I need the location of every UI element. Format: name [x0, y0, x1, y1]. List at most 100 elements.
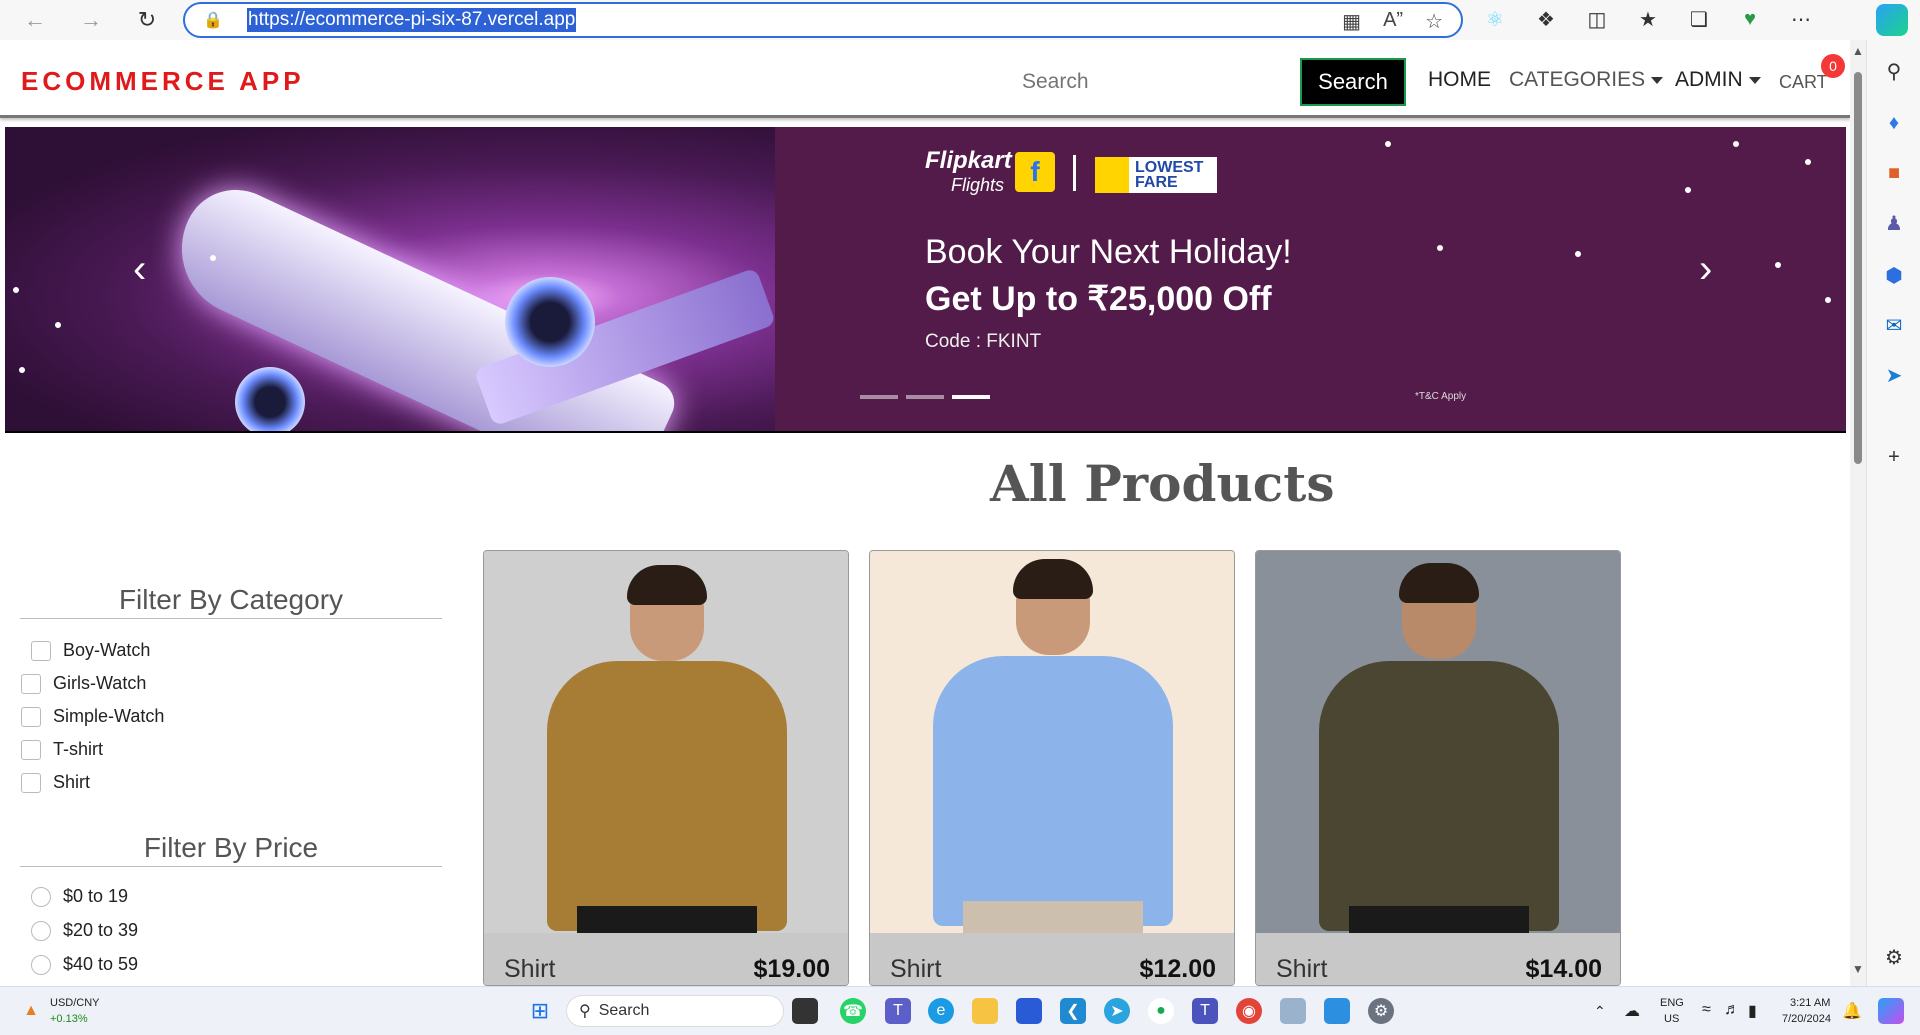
- search-button[interactable]: Search: [1300, 58, 1406, 106]
- radio[interactable]: [31, 920, 51, 941]
- copilot-taskbar-icon[interactable]: [1878, 998, 1904, 1024]
- nav-categories-dropdown[interactable]: CATEGORIES: [1509, 68, 1664, 92]
- checkbox[interactable]: [31, 640, 51, 661]
- nav-home-link[interactable]: HOME: [1428, 68, 1491, 92]
- checkbox[interactable]: [21, 673, 41, 694]
- microsoft-365-icon[interactable]: ⬢: [1881, 262, 1907, 288]
- product-card[interactable]: Shirt $19.00: [483, 550, 849, 986]
- shopping-tag-icon[interactable]: ♦: [1881, 110, 1907, 136]
- browser-toolbar: ← → ↻ 🔒 https://ecommerce-pi-six-87.verc…: [0, 0, 1920, 40]
- nav-admin-dropdown[interactable]: ADMIN: [1675, 68, 1761, 92]
- product-card[interactable]: Shirt $12.00: [869, 550, 1235, 986]
- teams-work-icon[interactable]: T: [1192, 998, 1218, 1024]
- app-available-icon[interactable]: ▦: [1342, 9, 1361, 34]
- filter-category-boy-watch[interactable]: Boy-Watch: [31, 640, 150, 661]
- more-menu-icon[interactable]: ⋯: [1786, 4, 1816, 34]
- filter-category-shirt[interactable]: Shirt: [21, 772, 90, 793]
- settings-gear-icon[interactable]: ⚙: [1881, 944, 1907, 970]
- onedrive-icon[interactable]: ☁: [1624, 1001, 1640, 1021]
- checkbox[interactable]: [21, 706, 41, 727]
- taskbar-search[interactable]: ⚲ Search: [566, 995, 784, 1027]
- read-aloud-icon[interactable]: A”: [1383, 9, 1403, 34]
- react-devtools-icon[interactable]: ⚛: [1480, 4, 1510, 34]
- send-icon[interactable]: ➤: [1881, 362, 1907, 388]
- filter-category-t-shirt[interactable]: T-shirt: [21, 739, 103, 760]
- file-explorer-icon[interactable]: [972, 998, 998, 1024]
- category-label: Girls-Watch: [53, 673, 147, 693]
- task-view-icon[interactable]: [792, 998, 818, 1024]
- filter-price-40-59[interactable]: $40 to 59: [31, 954, 138, 975]
- telegram-icon[interactable]: ➤: [1104, 998, 1130, 1024]
- add-icon[interactable]: +: [1881, 444, 1907, 470]
- ticker-symbol[interactable]: USD/CNY: [50, 997, 100, 1009]
- whatsapp-icon[interactable]: ☎: [840, 998, 866, 1024]
- battery-icon[interactable]: ▮: [1748, 1001, 1757, 1021]
- page-scrollbar[interactable]: ▲ ▼: [1850, 40, 1866, 986]
- clock-time[interactable]: 3:21 AM: [1790, 997, 1830, 1009]
- filter-price-20-39[interactable]: $20 to 39: [31, 920, 138, 941]
- nav-cart-link[interactable]: CART: [1779, 72, 1828, 93]
- copilot-icon[interactable]: [1876, 4, 1908, 36]
- back-icon[interactable]: ←: [16, 3, 54, 37]
- teams-icon[interactable]: T: [885, 998, 911, 1024]
- product-image[interactable]: [484, 551, 848, 946]
- radio[interactable]: [31, 954, 51, 975]
- notification-bell-icon[interactable]: 🔔: [1842, 1001, 1862, 1021]
- forward-icon[interactable]: →: [72, 3, 110, 37]
- mongodb-icon[interactable]: ●: [1148, 998, 1174, 1024]
- address-bar[interactable]: 🔒 https://ecommerce-pi-six-87.vercel.app…: [183, 2, 1463, 38]
- star-dot: [1437, 245, 1443, 251]
- extensions-icon[interactable]: ❖: [1531, 4, 1561, 34]
- checkbox[interactable]: [21, 772, 41, 793]
- split-screen-icon[interactable]: ◫: [1582, 4, 1612, 34]
- collections-icon[interactable]: ❏: [1684, 4, 1714, 34]
- carousel-prev-icon[interactable]: ‹: [133, 247, 146, 292]
- tools-icon[interactable]: ■: [1881, 160, 1907, 186]
- carousel-next-icon[interactable]: ›: [1699, 247, 1712, 292]
- taskbar-search-label: Search: [598, 1002, 650, 1019]
- search-input[interactable]: [1008, 58, 1300, 106]
- favorite-star-icon[interactable]: ☆: [1425, 9, 1443, 34]
- volume-icon[interactable]: ♬: [1724, 1001, 1740, 1019]
- scroll-down-icon[interactable]: ▼: [1852, 962, 1864, 976]
- outlook-icon[interactable]: ✉: [1881, 312, 1907, 338]
- filter-category-girls-watch[interactable]: Girls-Watch: [21, 673, 146, 694]
- brand-logo[interactable]: ECOMMERCE APP: [21, 66, 305, 97]
- filter-category-simple-watch[interactable]: Simple-Watch: [21, 706, 164, 727]
- stock-widget-icon[interactable]: ▲: [18, 998, 44, 1024]
- radio[interactable]: [31, 886, 51, 907]
- carousel-indicator-3[interactable]: [952, 395, 990, 399]
- windows-start-icon[interactable]: ⊞: [527, 998, 553, 1024]
- language-code[interactable]: ENG: [1660, 997, 1684, 1009]
- category-label: Boy-Watch: [63, 640, 151, 660]
- lock-icon[interactable]: 🔒: [203, 10, 233, 30]
- scroll-up-icon[interactable]: ▲: [1852, 44, 1864, 58]
- games-icon[interactable]: ♟: [1881, 210, 1907, 236]
- edge-icon[interactable]: e: [928, 998, 954, 1024]
- favorites-icon[interactable]: ★: [1633, 4, 1663, 34]
- checkbox[interactable]: [21, 739, 41, 760]
- photos-icon[interactable]: [1324, 998, 1350, 1024]
- product-image[interactable]: [870, 551, 1234, 941]
- notepad-icon[interactable]: [1280, 998, 1306, 1024]
- scroll-thumb[interactable]: [1854, 72, 1862, 464]
- carousel-indicator-1[interactable]: [860, 395, 898, 399]
- browser-essentials-icon[interactable]: ♥: [1735, 4, 1765, 34]
- store-icon[interactable]: [1016, 998, 1042, 1024]
- chrome-icon[interactable]: ◉: [1236, 998, 1262, 1024]
- carousel-indicator-2[interactable]: [906, 395, 944, 399]
- settings-icon[interactable]: ⚙: [1368, 998, 1394, 1024]
- wifi-icon[interactable]: ≈: [1702, 1001, 1711, 1019]
- chevron-up-icon[interactable]: ⌃: [1594, 1003, 1606, 1020]
- product-image[interactable]: [1256, 551, 1620, 946]
- product-name: Shirt: [504, 955, 556, 983]
- product-card[interactable]: Shirt $14.00: [1255, 550, 1621, 986]
- brand-line1: Flipkart: [925, 147, 1012, 174]
- vscode-icon[interactable]: ❮: [1060, 998, 1086, 1024]
- search-icon[interactable]: ⚲: [1881, 58, 1907, 84]
- refresh-icon[interactable]: ↻: [128, 3, 166, 37]
- hero-carousel[interactable]: ‹ › Flipkart Flights f LOWEST FARE Book …: [5, 127, 1846, 431]
- filter-price-0-19[interactable]: $0 to 19: [31, 886, 128, 907]
- url-text[interactable]: https://ecommerce-pi-six-87.vercel.app: [247, 8, 577, 32]
- star-dot: [210, 255, 216, 261]
